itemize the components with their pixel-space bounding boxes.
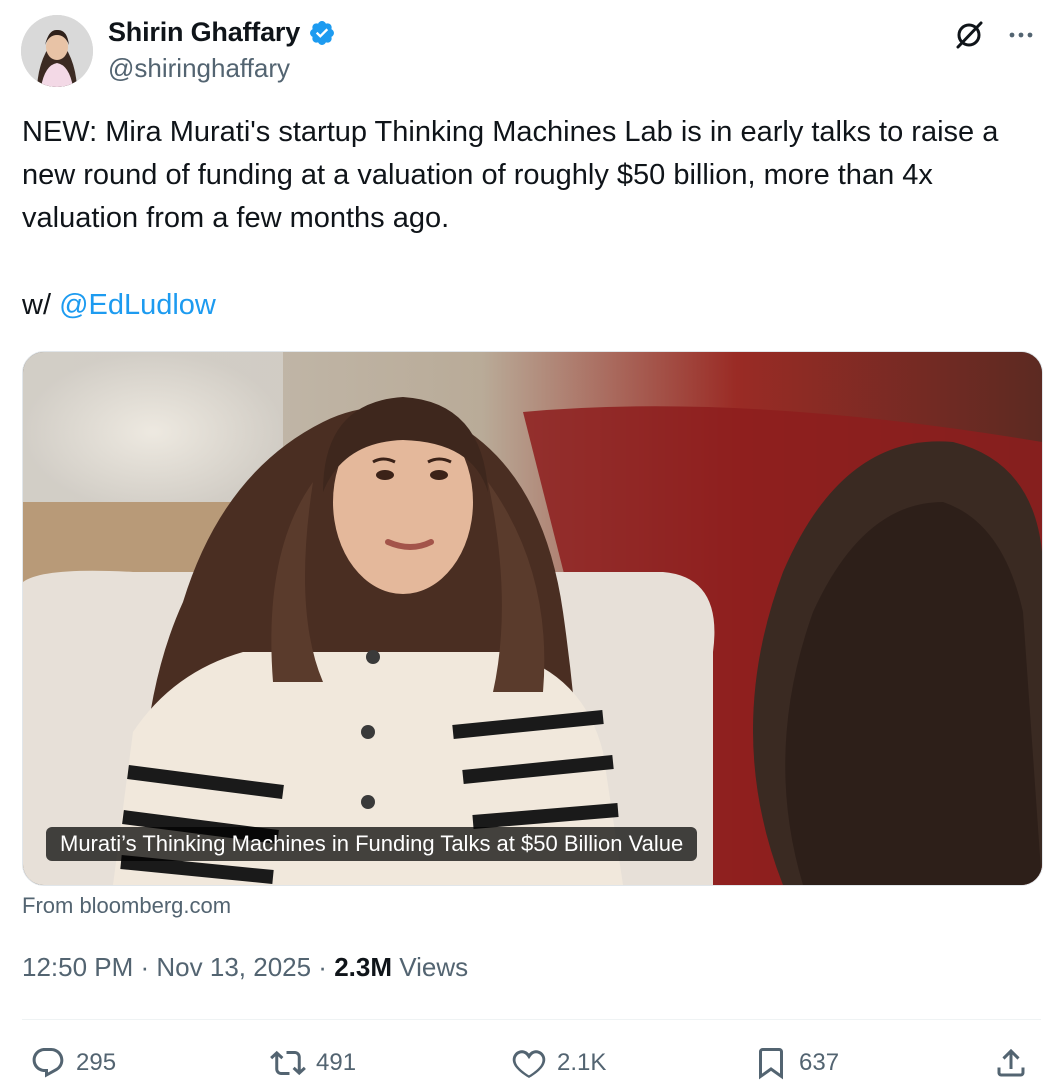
bookmark-button[interactable]: 637	[753, 1036, 839, 1090]
link-card-headline[interactable]: Murati’s Thinking Machines in Funding Ta…	[46, 827, 698, 861]
tweet-with-prefix: w/	[22, 289, 60, 321]
avatar[interactable]	[21, 15, 93, 87]
reply-button[interactable]: 295	[30, 1036, 116, 1090]
bookmark-icon	[759, 1048, 783, 1080]
tweet-card: Shirin Ghaffary @shiringhaffary NEW: Mir…	[0, 0, 1056, 1092]
link-card-source[interactable]: From bloomberg.com	[22, 893, 231, 919]
like-icon	[512, 1050, 546, 1078]
like-button[interactable]: 2.1K	[511, 1036, 606, 1090]
divider	[22, 1019, 1041, 1020]
grok-icon[interactable]	[952, 18, 986, 52]
tweet-mention-line: w/ @EdLudlow	[22, 284, 216, 327]
author-handle[interactable]: @shiringhaffary	[108, 53, 290, 84]
repost-icon	[270, 1050, 306, 1076]
tweet-text: NEW: Mira Murati's startup Thinking Mach…	[22, 116, 1007, 234]
tweet-time[interactable]: 12:50 PM	[22, 952, 133, 983]
verified-badge-icon	[308, 19, 336, 47]
mention-link[interactable]: @EdLudlow	[59, 289, 216, 321]
like-count: 2.1K	[557, 1049, 607, 1076]
reply-count: 295	[76, 1049, 117, 1076]
link-card-image[interactable]: Murati’s Thinking Machines in Funding Ta…	[22, 351, 1043, 886]
meta-separator: ·	[311, 952, 335, 982]
tweet-date[interactable]: Nov 13, 2025	[156, 952, 311, 983]
repost-count: 491	[316, 1049, 357, 1076]
reply-icon	[32, 1048, 64, 1078]
tweet-actions-bar: 295 491 2.1K 637	[0, 1036, 1056, 1090]
views-label: Views	[392, 952, 469, 982]
tweet-meta: 12:50 PM · Nov 13, 2025 · 2.3M Views	[22, 952, 468, 983]
author-name-row: Shirin Ghaffary	[108, 17, 336, 48]
views-count[interactable]: 2.3M	[334, 952, 392, 983]
meta-separator: ·	[133, 952, 157, 982]
bookmark-count: 637	[799, 1049, 840, 1076]
share-button[interactable]	[993, 1036, 1029, 1090]
share-icon	[997, 1048, 1025, 1077]
author-display-name[interactable]: Shirin Ghaffary	[108, 17, 300, 48]
tweet-top-actions	[952, 18, 1038, 52]
repost-button[interactable]: 491	[270, 1036, 356, 1090]
more-icon[interactable]	[1004, 18, 1038, 52]
